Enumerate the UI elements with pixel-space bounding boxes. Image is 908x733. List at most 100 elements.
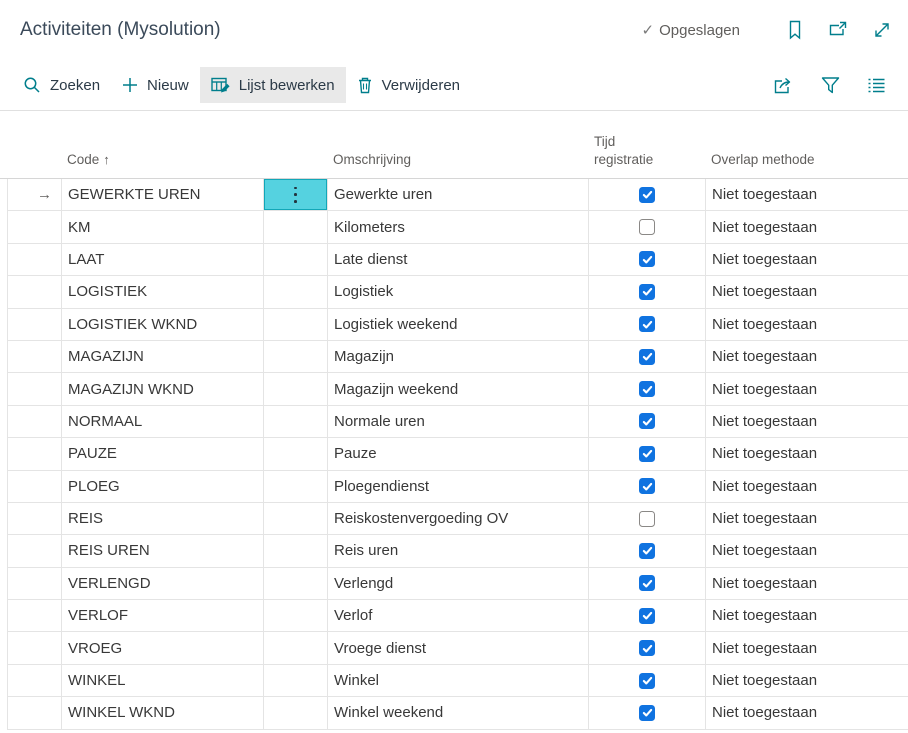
code-cell[interactable]: GEWERKTE UREN — [61, 179, 263, 210]
overlap-methode-cell[interactable]: Niet toegestaan — [705, 438, 908, 469]
expand-icon[interactable] — [872, 20, 892, 40]
code-cell[interactable]: MAGAZIJN WKND — [61, 373, 263, 404]
code-cell[interactable]: VROEG — [61, 632, 263, 663]
tijd-registratie-checkbox[interactable] — [639, 349, 655, 365]
tijd-registratie-checkbox[interactable] — [639, 640, 655, 656]
open-in-new-window-icon[interactable] — [828, 20, 848, 40]
tijd-registratie-checkbox[interactable] — [639, 316, 655, 332]
omschrijving-cell[interactable]: Vroege dienst — [327, 632, 588, 663]
row-options-cell[interactable] — [263, 665, 327, 696]
code-cell[interactable]: VERLOF — [61, 600, 263, 631]
omschrijving-cell[interactable]: Ploegendienst — [327, 471, 588, 502]
row-options-cell[interactable] — [263, 276, 327, 307]
bookmark-icon[interactable] — [786, 20, 804, 40]
omschrijving-cell[interactable]: Logistiek weekend — [327, 309, 588, 340]
tijd-registratie-checkbox[interactable] — [639, 543, 655, 559]
code-cell[interactable]: WINKEL WKND — [61, 697, 263, 728]
row-options-cell[interactable] — [263, 471, 327, 502]
overlap-methode-cell[interactable]: Niet toegestaan — [705, 665, 908, 696]
row-options-cell[interactable] — [263, 535, 327, 566]
tijd-registratie-checkbox[interactable] — [639, 478, 655, 494]
overlap-methode-cell[interactable]: Niet toegestaan — [705, 406, 908, 437]
overlap-methode-cell[interactable]: Niet toegestaan — [705, 697, 908, 728]
tijd-registratie-checkbox[interactable] — [639, 219, 655, 235]
row-options-cell[interactable] — [263, 697, 327, 728]
tijd-registratie-checkbox[interactable] — [639, 284, 655, 300]
omschrijving-cell[interactable]: Reis uren — [327, 535, 588, 566]
row-options-cell[interactable] — [263, 438, 327, 469]
code-cell[interactable]: LAAT — [61, 244, 263, 275]
code-cell[interactable]: LOGISTIEK WKND — [61, 309, 263, 340]
overlap-methode-cell[interactable]: Niet toegestaan — [705, 309, 908, 340]
code-cell[interactable]: KM — [61, 211, 263, 242]
overlap-methode-cell[interactable]: Niet toegestaan — [705, 503, 908, 534]
omschrijving-cell[interactable]: Kilometers — [327, 211, 588, 242]
tijd-registratie-checkbox[interactable] — [639, 446, 655, 462]
overlap-methode-cell[interactable]: Niet toegestaan — [705, 632, 908, 663]
code-cell[interactable]: REIS — [61, 503, 263, 534]
column-header-tijd-registratie[interactable]: Tijd registratie — [588, 133, 705, 169]
code-cell[interactable]: LOGISTIEK — [61, 276, 263, 307]
omschrijving-cell[interactable]: Verlof — [327, 600, 588, 631]
overlap-methode-cell[interactable]: Niet toegestaan — [705, 568, 908, 599]
overlap-methode-cell[interactable]: Niet toegestaan — [705, 179, 908, 210]
overlap-methode-cell[interactable]: Niet toegestaan — [705, 341, 908, 372]
tijd-registratie-checkbox[interactable] — [639, 705, 655, 721]
row-options-cell[interactable] — [263, 373, 327, 404]
omschrijving-cell[interactable]: Pauze — [327, 438, 588, 469]
list-options-icon[interactable] — [867, 77, 886, 94]
code-cell[interactable]: VERLENGD — [61, 568, 263, 599]
new-button[interactable]: Nieuw — [111, 67, 200, 103]
code-cell[interactable]: REIS UREN — [61, 535, 263, 566]
overlap-methode-cell[interactable]: Niet toegestaan — [705, 373, 908, 404]
edit-list-button[interactable]: Lijst bewerken — [200, 67, 346, 103]
tijd-registratie-checkbox[interactable] — [639, 413, 655, 429]
code-cell[interactable]: MAGAZIJN — [61, 341, 263, 372]
omschrijving-cell[interactable]: Verlengd — [327, 568, 588, 599]
tijd-registratie-checkbox[interactable] — [639, 251, 655, 267]
tijd-registratie-checkbox[interactable] — [639, 608, 655, 624]
row-options-cell[interactable] — [263, 600, 327, 631]
row-options-cell[interactable] — [263, 568, 327, 599]
code-cell[interactable]: PAUZE — [61, 438, 263, 469]
search-button[interactable]: Zoeken — [12, 67, 111, 103]
row-options-cell[interactable] — [263, 406, 327, 437]
overlap-methode-cell[interactable]: Niet toegestaan — [705, 244, 908, 275]
tijd-registratie-checkbox[interactable] — [639, 381, 655, 397]
omschrijving-cell[interactable]: Magazijn — [327, 341, 588, 372]
row-options-cell[interactable] — [263, 503, 327, 534]
overlap-methode-cell[interactable]: Niet toegestaan — [705, 276, 908, 307]
omschrijving-cell[interactable]: Winkel — [327, 665, 588, 696]
overlap-methode-cell[interactable]: Niet toegestaan — [705, 211, 908, 242]
code-cell[interactable]: PLOEG — [61, 471, 263, 502]
omschrijving-cell[interactable]: Winkel weekend — [327, 697, 588, 728]
row-options-cell[interactable] — [263, 309, 327, 340]
overlap-methode-cell[interactable]: Niet toegestaan — [705, 600, 908, 631]
cell-more-options-button[interactable] — [264, 179, 327, 210]
column-header-code[interactable]: Code↑ — [61, 151, 263, 169]
omschrijving-cell[interactable]: Logistiek — [327, 276, 588, 307]
overlap-methode-cell[interactable]: Niet toegestaan — [705, 535, 908, 566]
omschrijving-cell[interactable]: Late dienst — [327, 244, 588, 275]
tijd-registratie-checkbox[interactable] — [639, 187, 655, 203]
filter-icon[interactable] — [821, 76, 840, 95]
column-header-overlap-methode[interactable]: Overlap methode — [705, 151, 908, 169]
tijd-registratie-checkbox[interactable] — [639, 511, 655, 527]
tijd-registratie-checkbox[interactable] — [639, 673, 655, 689]
row-options-cell[interactable] — [263, 179, 327, 210]
row-options-cell[interactable] — [263, 211, 327, 242]
code-cell[interactable]: NORMAAL — [61, 406, 263, 437]
column-header-omschrijving[interactable]: Omschrijving — [327, 151, 588, 169]
omschrijving-cell[interactable]: Normale uren — [327, 406, 588, 437]
code-cell[interactable]: WINKEL — [61, 665, 263, 696]
row-options-cell[interactable] — [263, 632, 327, 663]
overlap-methode-cell[interactable]: Niet toegestaan — [705, 471, 908, 502]
row-options-cell[interactable] — [263, 244, 327, 275]
delete-button[interactable]: Verwijderen — [346, 67, 471, 103]
tijd-registratie-checkbox[interactable] — [639, 575, 655, 591]
omschrijving-cell[interactable]: Gewerkte uren — [327, 179, 588, 210]
omschrijving-cell[interactable]: Magazijn weekend — [327, 373, 588, 404]
share-icon[interactable] — [773, 76, 794, 95]
omschrijving-cell[interactable]: Reiskostenvergoeding OV — [327, 503, 588, 534]
row-options-cell[interactable] — [263, 341, 327, 372]
